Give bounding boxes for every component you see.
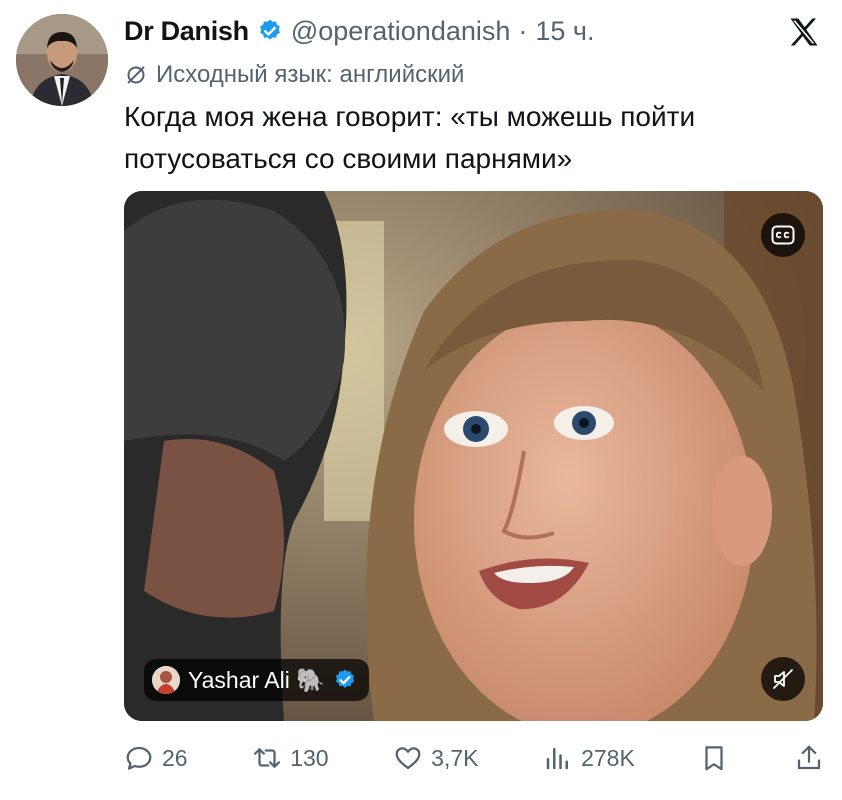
video-frame <box>124 191 823 721</box>
retweet-button[interactable]: 130 <box>252 743 329 773</box>
bookmark-icon <box>705 746 724 771</box>
verified-icon <box>259 19 280 40</box>
reply-icon <box>126 746 152 770</box>
share-icon <box>797 745 821 770</box>
tweet-actions: 26 130 3,7K 278K <box>124 736 824 780</box>
like-button[interactable]: 3,7K <box>393 743 478 773</box>
like-count: 3,7K <box>431 744 479 771</box>
x-logo-icon[interactable] <box>786 14 822 50</box>
mute-icon <box>773 669 793 689</box>
separator-dot: · <box>518 15 528 46</box>
translate-icon <box>127 66 145 84</box>
author-handle[interactable]: @operationdanish <box>291 16 511 47</box>
author-name[interactable]: Dr Danish <box>124 16 249 47</box>
views-button[interactable]: 278K <box>543 743 635 773</box>
video-player[interactable]: Yashar Ali 🐘 <box>124 191 823 721</box>
reply-button[interactable]: 26 <box>124 743 188 773</box>
avatar-image <box>16 14 108 106</box>
credit-verified-icon <box>335 669 354 688</box>
translation-note[interactable]: Исходный язык: английский <box>124 60 464 90</box>
views-count: 278K <box>581 744 635 771</box>
bookmark-button[interactable] <box>699 743 729 773</box>
retweet-count: 130 <box>290 744 329 771</box>
tweet-time[interactable]: 15 ч. <box>535 16 594 47</box>
share-button[interactable] <box>794 743 824 773</box>
translation-text: Исходный язык: английский <box>156 61 465 88</box>
like-icon <box>395 747 421 770</box>
tweet-text: Когда моя жена говорит: «ты можешь пойти… <box>124 101 696 174</box>
views-icon <box>546 748 569 770</box>
mute-button[interactable] <box>761 657 805 701</box>
tweet-header: Dr Danish @operationdanish · 15 ч. <box>124 14 822 48</box>
credit-name: Yashar Ali 🐘 <box>188 666 325 693</box>
video-credit[interactable]: Yashar Ali 🐘 <box>144 659 369 701</box>
cc-icon <box>771 225 795 245</box>
reply-count: 26 <box>162 744 188 771</box>
avatar[interactable] <box>16 14 108 106</box>
retweet-icon <box>254 748 281 768</box>
captions-button[interactable] <box>761 213 805 257</box>
credit-avatar <box>152 666 180 694</box>
